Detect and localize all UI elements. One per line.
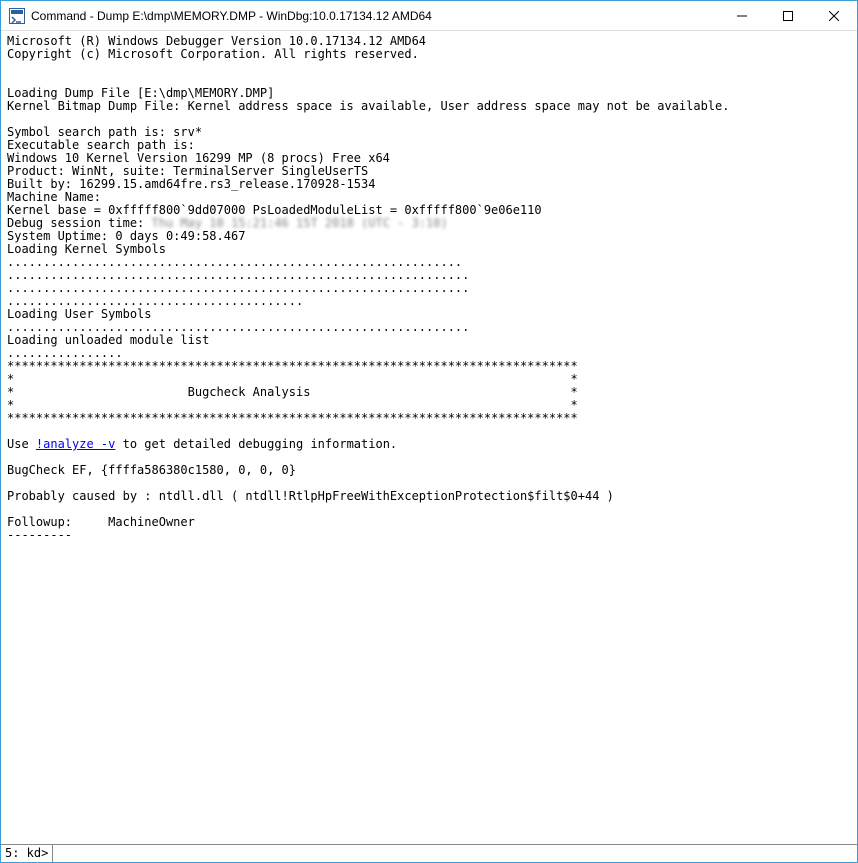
titlebar[interactable]: Command - Dump E:\dmp\MEMORY.DMP - WinDb… xyxy=(1,1,857,31)
minimize-button[interactable] xyxy=(719,1,765,30)
window-controls xyxy=(719,1,857,30)
prompt-label: 5: kd> xyxy=(1,845,53,862)
close-button[interactable] xyxy=(811,1,857,30)
close-icon xyxy=(829,11,839,21)
maximize-button[interactable] xyxy=(765,1,811,30)
analyze-link[interactable]: !analyze -v xyxy=(36,437,115,451)
prompt-bar: 5: kd> xyxy=(1,844,857,862)
window-title: Command - Dump E:\dmp\MEMORY.DMP - WinDb… xyxy=(31,9,719,23)
maximize-icon xyxy=(783,11,793,21)
output-text: Microsoft (R) Windows Debugger Version 1… xyxy=(1,31,857,559)
client-area: Microsoft (R) Windows Debugger Version 1… xyxy=(1,31,857,862)
command-input[interactable] xyxy=(53,845,857,862)
minimize-icon xyxy=(737,11,747,21)
command-window: Command - Dump E:\dmp\MEMORY.DMP - WinDb… xyxy=(0,0,858,863)
output-pane[interactable]: Microsoft (R) Windows Debugger Version 1… xyxy=(1,31,857,844)
app-icon xyxy=(9,8,25,24)
